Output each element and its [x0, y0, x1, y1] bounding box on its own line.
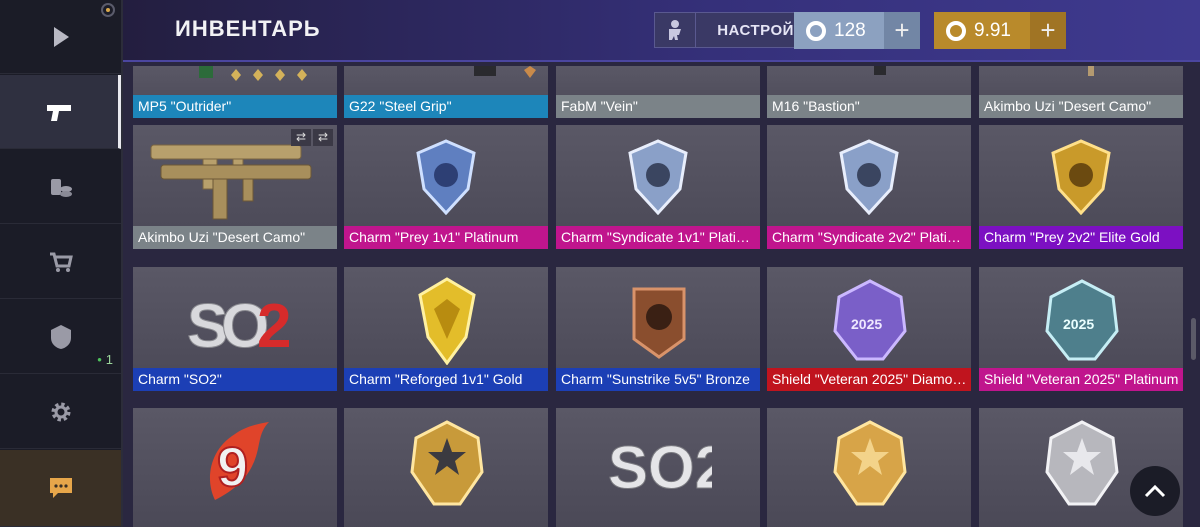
- g22-weapon-icon: [474, 66, 536, 78]
- inventory-item[interactable]: G22 "Steel Grip": [344, 66, 548, 118]
- sidebar-item-clan[interactable]: 1: [0, 300, 121, 374]
- inventory-item[interactable]: Charm "Syndicate 1v1" Platinum: [556, 125, 760, 249]
- silver-currency: 128 +: [794, 12, 920, 49]
- clan-badge-icon: [50, 324, 71, 349]
- item-name-label: Charm "Sunstrike 5v5" Bronze: [556, 368, 760, 391]
- veteran-2026-gold-shield-icon: [833, 420, 907, 506]
- inventory-item[interactable]: Charm "Syndicate 2v2" Platinum: [767, 125, 971, 249]
- item-name-label: Shield "Veteran 2025" Diamond: [767, 368, 971, 391]
- item-name-label: Charm "Prey 2v2" Elite Gold: [979, 226, 1183, 249]
- gold-currency: 9.91 +: [934, 12, 1066, 49]
- inventory-item[interactable]: MP5 "Outrider": [133, 66, 337, 118]
- inventory-item[interactable]: [344, 408, 548, 527]
- veteran-2025-diamond-shield-icon: 2025: [833, 279, 907, 361]
- svg-text:2025: 2025: [851, 316, 882, 332]
- item-name-label: Charm "Syndicate 1v1" Platinum: [556, 226, 760, 249]
- item-name-label: Akimbo Uzi "Desert Camo": [133, 226, 337, 249]
- gold-coin-icon: [946, 20, 966, 41]
- item-name-label: MP5 "Outrider": [133, 95, 337, 118]
- sidebar-item-settings[interactable]: [0, 375, 121, 449]
- clan-notification-count: 1: [97, 352, 113, 367]
- sidebar-item-shop[interactable]: [0, 225, 121, 299]
- cart-icon: [49, 252, 73, 272]
- inventory-item[interactable]: Charm "Prey 2v2" Elite Gold: [979, 125, 1183, 249]
- inventory-item[interactable]: 2025 Shield "Veteran 2025" Diamond: [767, 267, 971, 391]
- status-indicator-dot: [101, 3, 115, 17]
- prey-gold-charm-icon: [1051, 139, 1111, 215]
- item-name-label: Akimbo Uzi "Desert Camo": [979, 95, 1183, 118]
- gear-icon: [51, 402, 70, 421]
- item-name-label: Charm "Syndicate 2v2" Platinum: [767, 226, 971, 249]
- inventory-item[interactable]: 9: [133, 408, 337, 527]
- add-silver-button[interactable]: +: [884, 12, 920, 49]
- shuffle-icon[interactable]: ⇄: [291, 129, 311, 146]
- syndicate-platinum-charm-icon: [628, 139, 688, 215]
- item-name-label: Charm "SO2": [133, 368, 337, 391]
- silver-balance: 128: [834, 19, 866, 41]
- scroll-to-top-button[interactable]: [1130, 466, 1180, 516]
- veteran-2026-gold-shield-icon: [410, 420, 484, 506]
- sidebar: 1: [0, 0, 123, 527]
- inventory-item[interactable]: Charm "Prey 1v1" Platinum: [344, 125, 548, 249]
- syndicate-platinum-charm-icon: [839, 139, 899, 215]
- item-name-label: Shield "Veteran 2025" Platinum: [979, 368, 1183, 391]
- inventory-item[interactable]: ⇄ ⇄ Akimbo Uzi "Desert Camo": [133, 125, 337, 249]
- inventory-item[interactable]: [767, 408, 971, 527]
- item-name-label: Charm "Reforged 1v1" Gold: [344, 368, 548, 391]
- chat-icon: [49, 478, 72, 498]
- sunstrike-bronze-charm-icon: [632, 287, 686, 359]
- item-name-label: G22 "Steel Grip": [344, 95, 548, 118]
- svg-text:2025: 2025: [1063, 316, 1094, 332]
- inventory-item[interactable]: SO2 Charm "SO2": [133, 267, 337, 391]
- silver-coin-icon: [806, 20, 826, 41]
- agent-figure-icon: [655, 13, 696, 47]
- item-name-label: FabM "Vein": [556, 95, 760, 118]
- add-gold-button[interactable]: +: [1030, 12, 1066, 49]
- inventory-item[interactable]: Akimbo Uzi "Desert Camo": [979, 66, 1183, 118]
- item-name-label: Charm "Prey 1v1" Platinum: [344, 226, 548, 249]
- mp5-weapon-icon: [199, 66, 307, 81]
- akimbo-uzi-weapon-icon: [150, 144, 312, 220]
- inventory-item[interactable]: SO2: [556, 408, 760, 527]
- reforged-gold-charm-icon: [418, 277, 476, 365]
- so2-logo-icon: SO2: [187, 292, 290, 360]
- shuffle-icon[interactable]: ⇄: [313, 129, 333, 146]
- inventory-item[interactable]: Charm "Sunstrike 5v5" Bronze: [556, 267, 760, 391]
- page-title: ИНВЕНТАРЬ: [175, 16, 321, 41]
- item-name-label: M16 "Bastion": [767, 95, 971, 118]
- svg-text:SO2: SO2: [608, 434, 712, 500]
- inventory-item[interactable]: Charm "Reforged 1v1" Gold: [344, 267, 548, 391]
- veteran-2026-silver-shield-icon: [1045, 420, 1119, 506]
- sidebar-item-inventory[interactable]: [0, 75, 121, 149]
- sidebar-item-chat[interactable]: [0, 450, 121, 527]
- chevron-up-icon: [1144, 484, 1166, 498]
- svg-text:2: 2: [257, 292, 289, 359]
- inventory-item[interactable]: M16 "Bastion": [767, 66, 971, 118]
- pistol-icon: [47, 104, 71, 121]
- svg-text:9: 9: [217, 435, 248, 498]
- coins-stack-icon: [50, 178, 72, 197]
- inventory-item[interactable]: 2025 Shield "Veteran 2025" Platinum: [979, 267, 1183, 391]
- veteran-2025-platinum-shield-icon: 2025: [1045, 279, 1119, 361]
- nine-flame-emblem-icon: 9: [209, 422, 269, 500]
- prey-platinum-charm-icon: [416, 139, 476, 215]
- so2-logo-icon: SO2: [608, 434, 712, 501]
- gold-balance: 9.91: [974, 19, 1011, 41]
- scrollbar[interactable]: [1191, 318, 1196, 360]
- sidebar-item-market[interactable]: [0, 150, 121, 224]
- play-icon: [53, 26, 69, 47]
- inventory-item[interactable]: FabM "Vein": [556, 66, 760, 118]
- m16-weapon-icon: [874, 66, 886, 75]
- inventory-grid: MP5 "Outrider" G22 "Steel Grip" FabM "Ve…: [133, 66, 1200, 527]
- uzi-weapon-icon: [1088, 66, 1094, 76]
